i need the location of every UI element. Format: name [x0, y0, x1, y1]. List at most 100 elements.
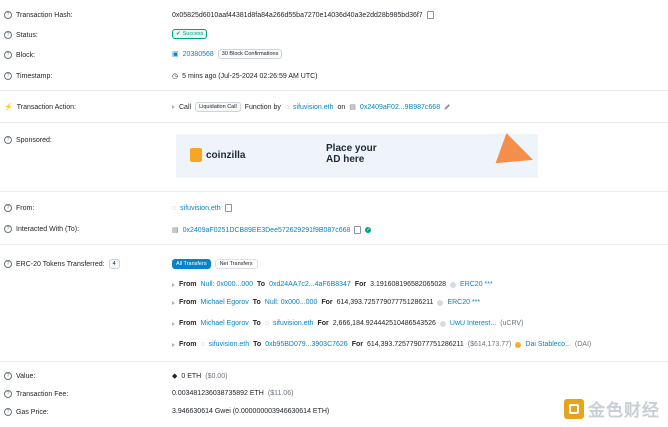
caret-right-icon	[172, 300, 175, 305]
from-keyword: From	[179, 320, 197, 327]
transfer-from-link[interactable]: Michael Egorov	[201, 299, 249, 306]
tab-all-transfers[interactable]: All Transfers	[172, 259, 211, 269]
question-icon[interactable]: ?	[4, 372, 12, 380]
tab-net-transfers[interactable]: Net Transfers	[214, 259, 258, 269]
question-icon[interactable]: ?	[4, 31, 12, 39]
from-keyword: From	[179, 281, 197, 288]
coinzilla-icon	[190, 148, 202, 162]
action-value-row: Call Liquidation Call Function by ◌ sifu…	[172, 102, 450, 112]
token-symbol: (uCRV)	[500, 320, 524, 327]
transfer-from-link[interactable]: sifuvision.eth	[209, 341, 249, 348]
transfer-amount: 614,393.725779077751286211	[366, 341, 464, 348]
cube-icon: ▣	[172, 51, 179, 58]
ad-text: Place your AD here	[326, 143, 377, 165]
from-link[interactable]: sifuvision.eth	[180, 205, 220, 212]
to-keyword: To	[253, 341, 262, 348]
block-number-link[interactable]: 20380568	[183, 51, 214, 58]
confirmations-badge: 30 Block Confirmations	[217, 49, 283, 59]
dai-token-icon	[515, 341, 522, 348]
value-label: Value:	[16, 372, 36, 380]
transfer-amount: 3.191608196582065028	[370, 281, 447, 288]
erc20-label: ERC-20 Tokens Transferred:	[16, 260, 105, 268]
gas-label: Gas Price:	[16, 408, 49, 416]
address-icon: ◌	[264, 320, 269, 327]
copy-icon[interactable]	[354, 226, 362, 234]
contract-link[interactable]: 0x2409aF02...9B987c668	[360, 104, 440, 111]
question-icon[interactable]: ?	[4, 408, 12, 416]
interacted-value-row: ▤ 0x2409aF0251DCB89EE3Dee572629291f9B087…	[172, 226, 372, 234]
to-keyword: To	[252, 320, 261, 327]
transfer-amount: 2,666,184.924442510486543526	[332, 320, 436, 327]
question-icon[interactable]: ?	[4, 136, 12, 144]
interacted-label: Interacted With (To):	[16, 225, 80, 233]
transfer-row: From Michael Egorov To Null: 0x000...000…	[172, 299, 480, 306]
pencil-icon[interactable]	[444, 104, 450, 110]
status-badge: ✔ Success	[172, 29, 208, 39]
transfer-from-link[interactable]: Null: 0x000...000	[201, 281, 254, 288]
from-label: From:	[16, 204, 35, 212]
value-eth: 0 ETH	[181, 372, 202, 380]
token-link[interactable]: ERC20 ***	[460, 281, 493, 288]
from-value-row: ◌ sifuvision.eth	[172, 204, 232, 212]
question-icon[interactable]: ?	[4, 204, 12, 212]
status-label-row: ? Status:	[4, 31, 38, 39]
timestamp-label-row: ? Timestamp:	[4, 72, 52, 80]
gas-value: 3.946630614 Gwei (0.000000003946630614 E…	[172, 408, 330, 415]
method-badge: Liquidation Call	[195, 102, 241, 112]
sponsored-label: Sponsored:	[16, 136, 52, 144]
action-label: Transaction Action:	[16, 103, 76, 111]
question-icon[interactable]: ?	[4, 390, 12, 398]
from-keyword: From	[179, 299, 197, 306]
ad-line1: Place your	[326, 143, 377, 154]
question-icon[interactable]: ?	[4, 11, 12, 19]
erc20-count-badge: 4	[108, 259, 120, 269]
token-link[interactable]: ERC20 ***	[447, 299, 480, 306]
copy-icon[interactable]	[224, 204, 232, 212]
function-by-link[interactable]: sifuvision.eth	[293, 104, 333, 111]
question-icon[interactable]: ?	[4, 72, 12, 80]
value-label-row: ? Value:	[4, 372, 35, 380]
address-icon: ◌	[172, 204, 177, 212]
from-keyword: From	[179, 341, 197, 348]
token-link[interactable]: Dai Stableco...	[525, 341, 571, 348]
fee-value: 0.003481236038735892 ETH	[172, 390, 264, 397]
question-icon[interactable]: ?	[4, 51, 12, 59]
transfer-row: From ◌ sifuvision.eth To 0xb95BD079...39…	[172, 341, 591, 348]
to-keyword: To	[252, 299, 261, 306]
for-keyword: For	[317, 320, 329, 327]
gas-row: 3.946630614 Gwei (0.000000003946630614 E…	[172, 408, 329, 415]
tx-hash-value-row: 0x05825d6010aaf44381d8fa84a266d55ba7270e…	[172, 11, 434, 19]
token-icon	[439, 320, 446, 327]
contract-file-icon: ▤	[172, 227, 179, 234]
transfer-amount: 614,393.725779077751286211	[336, 299, 434, 306]
token-icon	[437, 299, 444, 306]
caret-right-icon	[172, 342, 175, 347]
status-value-row: ✔ Success	[172, 29, 208, 39]
token-link[interactable]: UwU Interest...	[450, 320, 496, 327]
transfer-to-link[interactable]: 0xb95BD079...3903C7626	[265, 341, 348, 348]
clock-icon: ◷	[172, 73, 179, 80]
fee-row: 0.003481236038735892 ETH ($11.06)	[172, 390, 293, 397]
ad-brand: coinzilla	[206, 149, 246, 161]
timestamp-value: 5 mins ago (Jul-25-2024 02:26:59 AM UTC)	[182, 72, 318, 80]
copy-icon[interactable]	[426, 11, 434, 19]
caret-right-icon	[172, 282, 175, 287]
transfer-from-link[interactable]: Michael Egorov	[201, 320, 249, 327]
interacted-label-row: ? Interacted With (To):	[4, 225, 79, 233]
transfer-to-link[interactable]: Null: 0x000...000	[265, 299, 318, 306]
action-label-row: ⚡ Transaction Action:	[4, 103, 76, 112]
sponsored-ad-banner[interactable]: coinzilla Place your AD here	[176, 133, 539, 178]
transfer-to-link[interactable]: sifuvision.eth	[273, 320, 313, 327]
question-icon[interactable]: ?	[4, 225, 12, 233]
fee-label-row: ? Transaction Fee:	[4, 390, 68, 398]
interacted-link[interactable]: 0x2409aF0251DCB89EE3Dee572629291f9B087c6…	[183, 227, 351, 234]
value-usd: ($0.00)	[205, 372, 228, 380]
watermark-text: 金色财经	[588, 401, 660, 420]
lightning-icon: ⚡	[4, 104, 13, 111]
token-icon	[450, 281, 457, 288]
tx-hash-value: 0x05825d6010aaf44381d8fa84a266d55ba7270e…	[172, 11, 423, 19]
erc20-label-row: ? ERC-20 Tokens Transferred: 4	[4, 259, 120, 269]
transfer-to-link[interactable]: 0xd24AA7c2...4aF6B8347	[269, 281, 351, 288]
divider	[0, 122, 668, 123]
question-icon[interactable]: ?	[4, 260, 12, 268]
